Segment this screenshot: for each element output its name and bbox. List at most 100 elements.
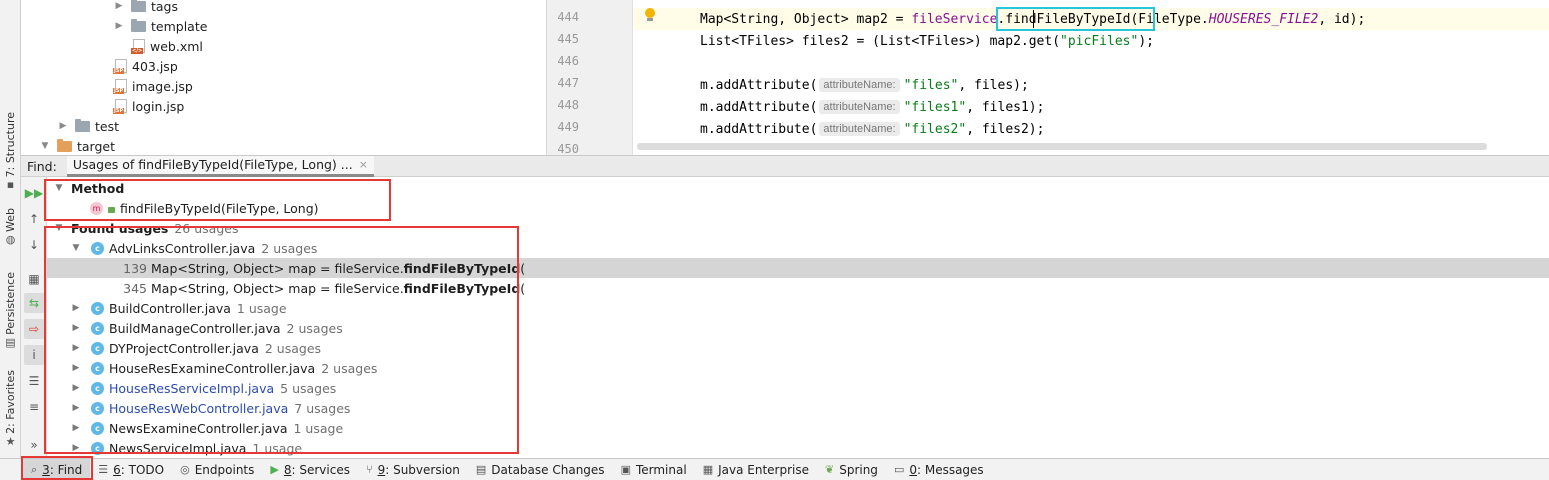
code-token: , id); xyxy=(1318,11,1366,27)
tree-item-label: image.jsp xyxy=(132,78,193,94)
tab-label: : Subversion xyxy=(385,462,460,477)
bottom-tab-services[interactable]: ▶ 8: Services xyxy=(262,459,358,480)
next-occurrence-icon[interactable]: ↓ xyxy=(24,235,44,255)
tree-item-403-jsp[interactable]: JSP 403.jsp xyxy=(113,56,178,76)
bottom-tab-todo[interactable]: ☰ 6: TODO xyxy=(90,459,172,480)
messages-icon: ▭ xyxy=(893,463,905,476)
tab-label: : Messages xyxy=(916,462,984,477)
show-write-access-icon[interactable]: ⇨ xyxy=(24,319,44,339)
editor-horizontal-scrollbar[interactable] xyxy=(637,143,1487,150)
find-label: Find: xyxy=(27,158,57,174)
expand-arrow-icon[interactable]: ▶ xyxy=(57,121,69,131)
code-token: m.addAttribute( xyxy=(700,77,818,93)
tree-item-label: tags xyxy=(151,0,179,14)
code-token: "files2" xyxy=(903,121,967,137)
tree-item-template[interactable]: ▶ template xyxy=(113,16,207,36)
tree-item-label: 403.jsp xyxy=(132,58,178,74)
line-number: 445 xyxy=(557,32,579,46)
structure-tab[interactable]: 7: Structure ▪ xyxy=(0,112,21,191)
code-token: , files2); xyxy=(966,121,1045,137)
find-tab-title: Usages of findFileByTypeId(FileType, Lon… xyxy=(72,157,353,172)
tree-item-test[interactable]: ▶ test xyxy=(57,116,119,136)
find-tool-header: Find: Usages of findFileByTypeId(FileTyp… xyxy=(21,155,1549,177)
tree-item-image-jsp[interactable]: JSP image.jsp xyxy=(113,76,193,96)
method-highlight-box xyxy=(996,7,1155,31)
jsp-file-icon: JSP xyxy=(113,79,127,94)
tab-label: : Services xyxy=(291,462,350,477)
info-icon[interactable]: ⅰ xyxy=(24,345,44,365)
web-tab[interactable]: Web ◍ xyxy=(0,208,21,246)
usage-code-suffix: ( xyxy=(520,260,526,276)
tree-item-login-jsp[interactable]: JSP login.jsp xyxy=(113,96,185,116)
terminal-icon: ▣ xyxy=(620,463,631,476)
bottom-tab-endpoints[interactable]: ◎ Endpoints xyxy=(172,459,262,480)
tree-item-label: test xyxy=(95,118,120,134)
code-editor[interactable]: 444 445 446 447 448 449 450 Map<String, … xyxy=(546,0,1549,155)
folder-icon xyxy=(131,18,146,32)
list-icon: ☰ xyxy=(98,463,109,476)
line-number: 447 xyxy=(557,76,579,90)
expand-arrow-icon[interactable]: ▶ xyxy=(113,1,125,11)
tab-label: Endpoints xyxy=(194,462,255,477)
folder-icon xyxy=(75,118,90,132)
lightbulb-icon[interactable] xyxy=(643,8,657,24)
bottom-tab-messages[interactable]: ▭ 0: Messages xyxy=(886,459,992,480)
jsp-file-icon: JSP xyxy=(113,99,127,114)
services-icon: ▶ xyxy=(270,463,279,476)
java-enterprise-icon: ▦ xyxy=(702,463,714,476)
code-token: fileService xyxy=(911,11,998,27)
persistence-tab[interactable]: Persistence ▤ xyxy=(0,272,21,349)
code-token: List<TFiles> files2 = (List<TFiles>) map… xyxy=(700,33,1061,49)
line-number: 446 xyxy=(557,54,579,68)
find-tab-annotation-box xyxy=(21,456,93,480)
code-token: "picFiles" xyxy=(1060,33,1139,49)
line-number: 450 xyxy=(557,142,579,155)
code-token: ); xyxy=(1138,33,1154,49)
bottom-tab-subversion[interactable]: ⑂ 9: Subversion xyxy=(358,459,468,480)
endpoints-icon: ◎ xyxy=(180,463,190,476)
parameter-hint: attributeName: xyxy=(819,78,900,92)
code-token: "files" xyxy=(903,77,959,93)
structure-tab-label: 7: Structure xyxy=(4,112,17,178)
favorites-tab[interactable]: 2: Favorites ★ xyxy=(0,370,21,448)
collapse-all-icon[interactable]: ≡ xyxy=(24,397,44,417)
bottom-tab-terminal[interactable]: ▣ Terminal xyxy=(613,459,695,480)
left-tool-strip: 7: Structure ▪ Web ◍ Persistence ▤ 2: Fa… xyxy=(0,0,21,458)
expand-all-icon[interactable]: ☰ xyxy=(24,371,44,391)
globe-icon: ◍ xyxy=(5,232,16,246)
previous-occurrence-icon[interactable]: ↑ xyxy=(24,209,44,229)
tree-item-target[interactable]: ▼ target xyxy=(39,136,115,155)
close-icon[interactable]: × xyxy=(359,158,368,171)
rerun-icon[interactable]: ▶▶ xyxy=(24,183,44,203)
code-token: Map<String, Object> map2 = xyxy=(700,11,912,27)
bottom-tab-java-enterprise[interactable]: ▦ Java Enterprise xyxy=(695,459,817,480)
code-line-445: List<TFiles> files2 = (List<TFiles>) map… xyxy=(700,31,1154,51)
web-tab-label: Web xyxy=(4,208,17,232)
find-usages-tab[interactable]: Usages of findFileByTypeId(FileType, Lon… xyxy=(66,155,374,177)
tab-mnemonic: 9 xyxy=(377,462,386,477)
more-icon[interactable]: » xyxy=(24,435,44,455)
code-line-448: m.addAttribute(attributeName: "files1", f… xyxy=(700,97,1044,117)
tab-label: Terminal xyxy=(635,462,687,477)
jsp-file-icon: JSP xyxy=(113,59,127,74)
xml-file-icon: </> xyxy=(131,39,145,54)
group-icon[interactable]: ▦ xyxy=(24,269,44,289)
tab-label: Java Enterprise xyxy=(718,462,809,477)
tree-item-tags[interactable]: ▶ tags xyxy=(113,0,178,16)
code-line-449: m.addAttribute(attributeName: "files2", f… xyxy=(700,119,1044,139)
tree-item-web-xml[interactable]: </> web.xml xyxy=(131,36,203,56)
database-icon: ▤ xyxy=(475,463,487,476)
show-read-access-icon[interactable]: ⇆ xyxy=(24,293,44,313)
tab-mnemonic: 6 xyxy=(113,462,121,477)
tree-item-label: login.jsp xyxy=(132,98,185,114)
bottom-tab-spring[interactable]: ❦ Spring xyxy=(817,459,886,480)
tab-mnemonic: 0 xyxy=(909,462,917,477)
expand-arrow-icon[interactable]: ▶ xyxy=(113,21,125,31)
bottom-tab-database-changes[interactable]: ▤ Database Changes xyxy=(468,459,613,480)
code-line-447: m.addAttribute(attributeName: "files", fi… xyxy=(700,75,1029,95)
tree-item-label: target xyxy=(77,138,116,154)
code-token: , files); xyxy=(958,77,1029,93)
star-icon: ★ xyxy=(5,434,16,448)
persistence-icon: ▤ xyxy=(5,335,16,349)
collapse-arrow-icon[interactable]: ▼ xyxy=(39,141,51,151)
